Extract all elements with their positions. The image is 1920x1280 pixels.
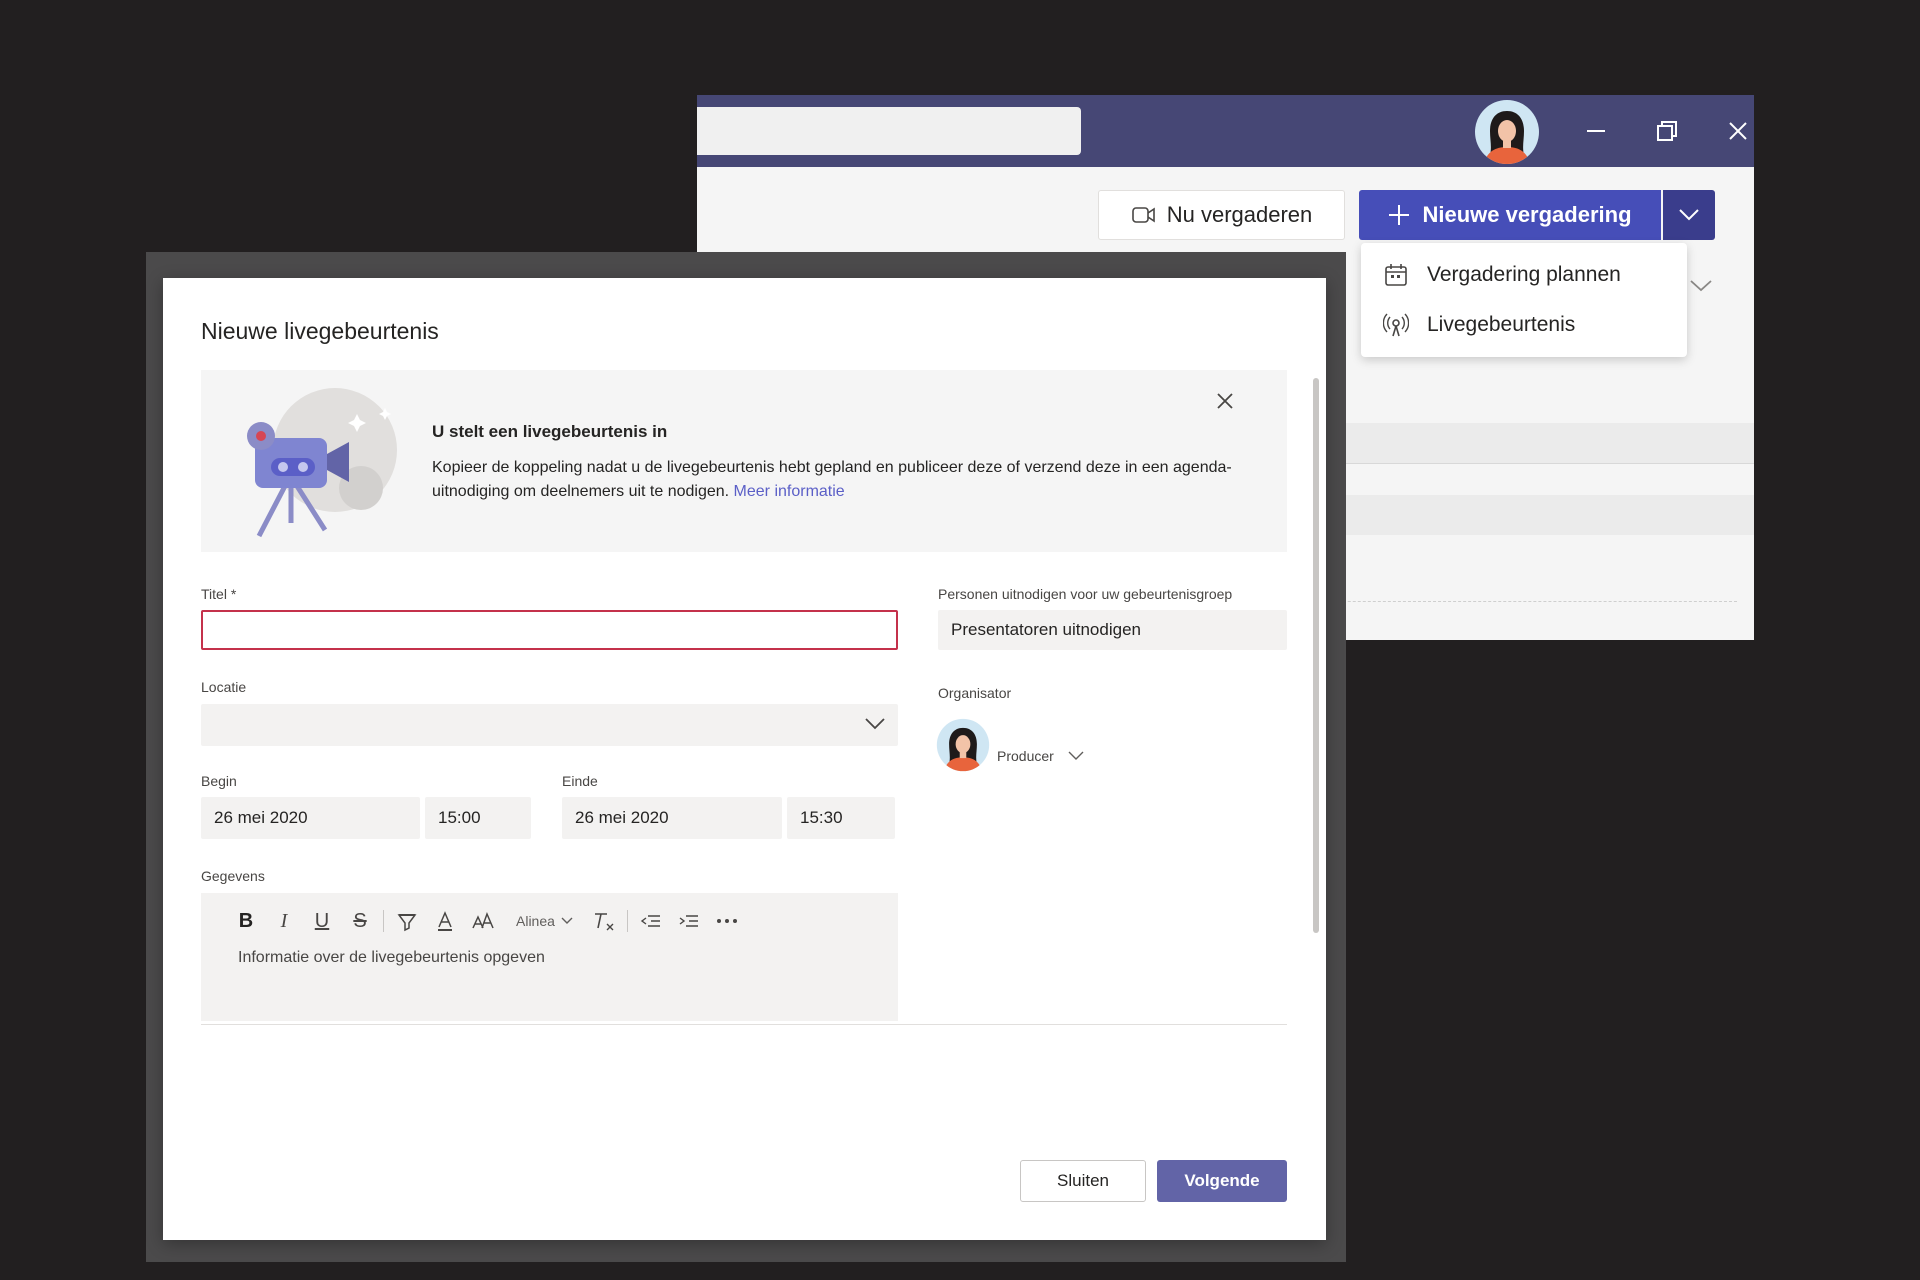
banner-text: Kopieer de koppeling nadat u de livegebe… xyxy=(432,456,1272,504)
close-button[interactable]: Sluiten xyxy=(1020,1160,1146,1202)
decrease-indent-icon xyxy=(640,915,660,927)
formatting-toolbar: B I U S Alinea xyxy=(227,905,746,937)
menu-item-live-event[interactable]: Livegebeurtenis xyxy=(1383,305,1575,345)
decrease-indent-button[interactable] xyxy=(632,905,670,937)
minimize-button[interactable] xyxy=(1574,109,1618,153)
minimize-icon xyxy=(1587,130,1605,132)
end-date-value: 26 mei 2020 xyxy=(575,808,669,827)
title-bar xyxy=(697,95,1754,167)
restore-button[interactable] xyxy=(1645,109,1689,153)
chevron-down-icon[interactable] xyxy=(1689,278,1713,294)
start-date-input[interactable]: 26 mei 2020 xyxy=(201,797,420,839)
menu-item-schedule-meeting[interactable]: Vergadering plannen xyxy=(1383,255,1621,295)
font-color-icon xyxy=(438,911,452,931)
italic-icon: I xyxy=(280,909,288,932)
font-size-icon xyxy=(472,911,494,929)
invite-presenters-input[interactable]: Presentatoren uitnodigen xyxy=(938,610,1287,650)
search-box[interactable] xyxy=(697,107,1081,155)
location-select[interactable] xyxy=(201,704,898,746)
font-color-button[interactable] xyxy=(426,905,464,937)
banner-heading: U stelt een livegebeurtenis in xyxy=(432,422,668,441)
organizer-role-select[interactable]: Producer xyxy=(997,748,1084,764)
start-time-value: 15:00 xyxy=(438,808,481,827)
underline-icon: U xyxy=(314,909,330,932)
location-label: Locatie xyxy=(201,679,247,695)
new-meeting-label: Nieuwe vergadering xyxy=(1422,202,1632,227)
start-date-value: 26 mei 2020 xyxy=(214,808,308,827)
font-size-button[interactable] xyxy=(464,905,502,937)
paragraph-style-label: Alinea xyxy=(516,913,555,929)
more-icon xyxy=(716,919,737,923)
italic-button[interactable]: I xyxy=(265,905,303,937)
video-camera-icon xyxy=(1131,207,1155,223)
underline-button[interactable]: U xyxy=(303,905,341,937)
start-label: Begin xyxy=(201,773,237,789)
calendar-icon xyxy=(1385,264,1407,286)
end-date-input[interactable]: 26 mei 2020 xyxy=(562,797,782,839)
toolbar-divider xyxy=(383,910,384,932)
strikethrough-button[interactable]: S xyxy=(341,905,379,937)
meet-now-label: Nu vergaderen xyxy=(1166,202,1313,227)
meet-now-button[interactable]: Nu vergaderen xyxy=(1098,190,1345,240)
organizer-role: Producer xyxy=(997,748,1054,764)
chevron-down-icon xyxy=(561,917,573,924)
details-editor[interactable]: B I U S Alinea Informatie over de livege… xyxy=(201,893,898,1021)
bold-button[interactable]: B xyxy=(227,905,265,937)
info-banner: U stelt een livegebeurtenis in Kopieer d… xyxy=(201,370,1287,552)
paragraph-style-select[interactable]: Alinea xyxy=(502,913,585,929)
menu-item-label: Vergadering plannen xyxy=(1427,263,1621,286)
new-live-event-dialog: Nieuwe livegebeurtenis U stelt een liveg… xyxy=(163,278,1326,1240)
divider xyxy=(201,1024,1287,1025)
highlight-button[interactable] xyxy=(388,905,426,937)
title-label: Titel * xyxy=(201,586,237,602)
clear-formatting-button[interactable] xyxy=(585,905,623,937)
start-time-input[interactable]: 15:00 xyxy=(425,797,531,839)
next-button[interactable]: Volgende xyxy=(1157,1160,1287,1202)
new-meeting-dropdown-button[interactable] xyxy=(1663,190,1715,240)
bold-icon: B xyxy=(238,909,254,932)
increase-indent-button[interactable] xyxy=(670,905,708,937)
close-icon xyxy=(1729,122,1747,140)
toolbar-divider xyxy=(626,910,628,932)
invite-placeholder: Presentatoren uitnodigen xyxy=(951,620,1141,639)
new-meeting-menu: Vergadering plannen Livegebeurtenis xyxy=(1361,243,1687,357)
close-icon xyxy=(1217,393,1233,409)
more-options-button[interactable] xyxy=(708,905,746,937)
menu-item-label: Livegebeurtenis xyxy=(1427,313,1576,336)
dialog-scrollbar[interactable] xyxy=(1313,378,1319,933)
chevron-down-icon xyxy=(865,718,885,730)
strikethrough-icon: S xyxy=(353,909,367,932)
chevron-down-icon xyxy=(1068,751,1084,760)
plus-icon xyxy=(1389,205,1410,225)
title-input[interactable] xyxy=(201,610,898,650)
close-window-button[interactable] xyxy=(1716,109,1754,153)
details-label: Gegevens xyxy=(201,868,265,884)
end-time-input[interactable]: 15:30 xyxy=(787,797,895,839)
organizer-avatar xyxy=(936,718,990,772)
increase-indent-icon xyxy=(679,915,698,927)
new-meeting-button[interactable]: Nieuwe vergadering xyxy=(1359,190,1661,240)
dialog-title: Nieuwe livegebeurtenis xyxy=(201,318,439,344)
broadcast-icon xyxy=(1383,313,1409,337)
clear-formatting-icon xyxy=(594,913,614,931)
banner-close-button[interactable] xyxy=(1212,388,1238,414)
user-avatar[interactable] xyxy=(1474,99,1540,165)
highlight-icon xyxy=(397,914,417,932)
end-label: Einde xyxy=(562,773,598,789)
video-camera-illustration-icon xyxy=(247,388,397,538)
invite-label: Personen uitnodigen voor uw gebeurtenisg… xyxy=(938,586,1233,602)
chevron-down-icon xyxy=(1679,209,1699,221)
organizer-label: Organisator xyxy=(938,685,1012,701)
end-time-value: 15:30 xyxy=(800,808,843,827)
more-info-link[interactable]: Meer informatie xyxy=(734,483,845,500)
restore-icon xyxy=(1657,121,1677,141)
details-placeholder: Informatie over de livegebeurtenis opgev… xyxy=(238,949,545,966)
